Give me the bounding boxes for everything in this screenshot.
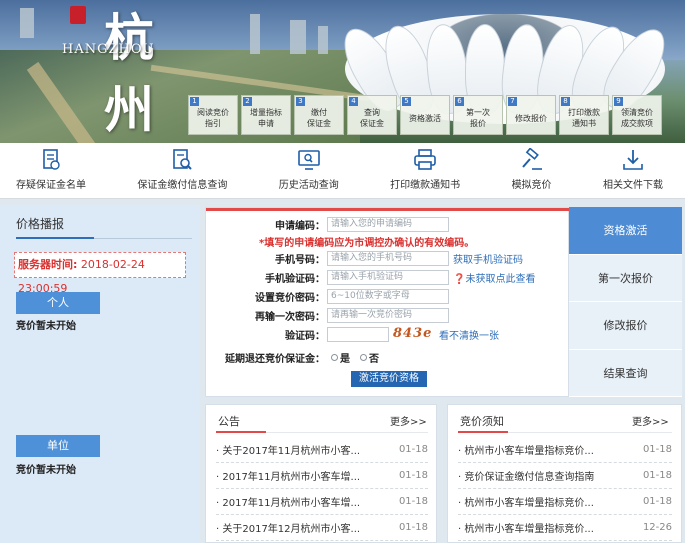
document-icon bbox=[43, 149, 60, 170]
password-row: 设置竞价密码： bbox=[206, 288, 449, 304]
bidding-guide-title: 竞价须知 bbox=[460, 415, 504, 428]
password-confirm-input[interactable] bbox=[327, 307, 449, 323]
announcements-list: · 关于2017年11月杭州市小客... 01-18 · 2017年11月杭州市小… bbox=[216, 437, 428, 541]
step-4[interactable]: 4 查询 保证金 bbox=[347, 95, 397, 135]
refund-row: 延期退还竞价保证金： 是 否 bbox=[206, 349, 379, 365]
server-time: 服务器时间: 2018-02-24 23:00:59 bbox=[14, 252, 186, 295]
toolbar-deposit-query[interactable]: 保证金缴付信息查询 bbox=[137, 143, 227, 198]
app-code-row: 申请编码： bbox=[206, 216, 449, 232]
announcements-more-link[interactable]: 更多>> bbox=[390, 413, 427, 428]
step-2[interactable]: 2 增量指标 申请 bbox=[241, 95, 291, 135]
bidding-guide-more-link[interactable]: 更多>> bbox=[632, 413, 669, 428]
step-6[interactable]: 6 第一次 报价 bbox=[453, 95, 503, 135]
seal-icon bbox=[70, 6, 86, 24]
refund-yes-radio[interactable]: 是 bbox=[331, 350, 350, 365]
list-item[interactable]: · 杭州市小客车增量指标竞价... 12-26 bbox=[458, 515, 672, 541]
bidding-guide-panel: 竞价须知 更多>> · 杭州市小客车增量指标竞价... 01-18 · 竞价保证金… bbox=[447, 404, 682, 543]
app-code-warning: *填写的申请编码应为市调控办确认的有效编码。 bbox=[259, 238, 475, 249]
toolbar-print-notice[interactable]: 打印缴款通知书 bbox=[390, 143, 460, 198]
step-3[interactable]: 3 缴付 保证金 bbox=[294, 95, 344, 135]
step-8[interactable]: 8 打印缴款 通知书 bbox=[559, 95, 609, 135]
toolbar-doubtful-deposit-list[interactable]: 存疑保证金名单 bbox=[16, 143, 86, 198]
bidding-guide-list: · 杭州市小客车增量指标竞价... 01-18 · 竞价保证金缴付信息查询指南 01… bbox=[458, 437, 672, 541]
personal-status: 竞价暂未开始 bbox=[16, 321, 76, 332]
announcements-title: 公告 bbox=[218, 415, 240, 428]
activate-button[interactable]: 激活竞价资格 bbox=[351, 371, 427, 387]
price-broadcast-title: 价格播报 bbox=[16, 217, 65, 231]
tab-modify-bid[interactable]: 修改报价 bbox=[569, 302, 682, 350]
password-confirm-row: 再输一次密码： bbox=[206, 307, 449, 323]
phone-input[interactable] bbox=[327, 250, 449, 266]
process-steps: 1 阅读竞价 指引 2 增量指标 申请 3 缴付 保证金 4 查询 保证金 5 资格激活 … bbox=[188, 95, 668, 135]
hangzhou-logo: 杭州 HANGZHOU bbox=[62, 6, 166, 139]
sms-help-link[interactable]: ❓未获取点此查看 bbox=[453, 270, 535, 285]
toolbar-history-query[interactable]: 历史活动查询 bbox=[279, 143, 339, 198]
activation-form: 申请编码： *填写的申请编码应为市调控办确认的有效编码。 手机号码： 获取手机验… bbox=[205, 207, 570, 397]
toolbar-mock-bidding[interactable]: 模拟竞价 bbox=[512, 143, 552, 198]
company-button[interactable]: 单位 bbox=[16, 435, 100, 457]
header-banner: 杭州 HANGZHOU 1 阅读竞价 指引 2 增量指标 申请 3 缴付 保证金 4查… bbox=[0, 0, 685, 143]
step-7[interactable]: 7 修改报价 bbox=[506, 95, 556, 135]
list-item[interactable]: · 竞价保证金缴付信息查询指南 01-18 bbox=[458, 463, 672, 489]
refund-no-radio[interactable]: 否 bbox=[360, 350, 379, 365]
tab-activation[interactable]: 资格激活 bbox=[569, 207, 682, 255]
list-item[interactable]: · 关于2017年11月杭州市小客... 01-18 bbox=[216, 437, 428, 463]
app-code-input[interactable] bbox=[327, 216, 449, 232]
step-1[interactable]: 1 阅读竞价 指引 bbox=[188, 95, 238, 135]
list-item[interactable]: · 杭州市小客车增量指标竞价... 01-18 bbox=[458, 489, 672, 515]
personal-button[interactable]: 个人 bbox=[16, 292, 100, 314]
list-item[interactable]: · 杭州市小客车增量指标竞价... 01-18 bbox=[458, 437, 672, 463]
gavel-icon bbox=[521, 148, 542, 170]
price-broadcast-panel: 价格播报 服务器时间: 2018-02-24 23:00:59 个人 竞价暂未开… bbox=[0, 205, 200, 543]
tab-result-query[interactable]: 结果查询 bbox=[569, 350, 682, 397]
list-item[interactable]: · 2017年11月杭州市小客车增... 01-18 bbox=[216, 463, 428, 489]
bidding-tabs: 资格激活 第一次报价 修改报价 结果查询 bbox=[569, 207, 682, 397]
step-9[interactable]: 9 领清竞价 成交款项 bbox=[612, 95, 662, 135]
tab-first-bid[interactable]: 第一次报价 bbox=[569, 255, 682, 302]
toolbar-file-download[interactable]: 相关文件下载 bbox=[603, 143, 663, 198]
refresh-captcha-link[interactable]: 看不清换一张 bbox=[439, 327, 499, 342]
captcha-image[interactable]: 843e bbox=[393, 326, 435, 342]
company-status: 竞价暂未开始 bbox=[16, 465, 76, 476]
password-input[interactable] bbox=[327, 288, 449, 304]
captcha-row: 验证码： 843e 看不清换一张 bbox=[285, 326, 499, 342]
step-5[interactable]: 5 资格激活 bbox=[400, 95, 450, 135]
sms-code-input[interactable] bbox=[327, 269, 449, 285]
monitor-search-icon bbox=[297, 150, 320, 170]
search-document-icon bbox=[173, 149, 193, 170]
phone-row: 手机号码： 获取手机验证码 bbox=[206, 250, 523, 266]
sms-row: 手机验证码： ❓未获取点此查看 bbox=[206, 269, 535, 285]
get-sms-code-link[interactable]: 获取手机验证码 bbox=[453, 251, 523, 266]
download-icon bbox=[623, 150, 643, 170]
captcha-input[interactable] bbox=[327, 326, 389, 342]
list-item[interactable]: · 2017年11月杭州市小客车增... 01-18 bbox=[216, 489, 428, 515]
printer-icon bbox=[414, 149, 436, 170]
icon-toolbar: 存疑保证金名单 保证金缴付信息查询 历史活动查询 打印缴款通知书 模拟竞价 相关… bbox=[0, 143, 685, 199]
list-item[interactable]: · 关于2017年12月杭州市小客... 01-18 bbox=[216, 515, 428, 541]
announcements-panel: 公告 更多>> · 关于2017年11月杭州市小客... 01-18 · 2017… bbox=[205, 404, 437, 543]
